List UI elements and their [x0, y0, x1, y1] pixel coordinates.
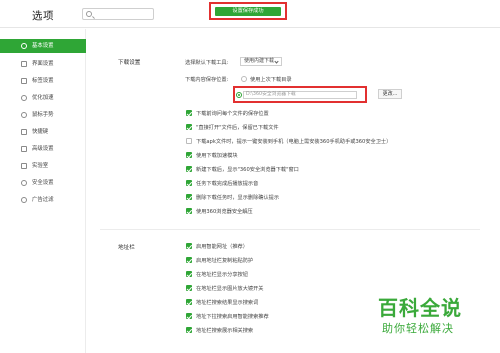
sidebar-item-label: 安全设置: [32, 180, 54, 186]
sidebar-item-mouse[interactable]: 鼠标手势: [0, 108, 86, 122]
addressbar-option-label: 启用地址栏复制粘贴防护: [196, 258, 254, 264]
window-icon: [21, 61, 27, 67]
chevron-down-icon: [274, 59, 279, 64]
search-icon: [86, 11, 92, 17]
sidebar-item-label: 界面设置: [32, 61, 54, 67]
addressbar-option-checkbox[interactable]: [186, 299, 192, 305]
sidebar: 基本设置 界面设置 标签设置 优化加速 鼠标手势 快捷键 高级设置 实验室 安全…: [0, 29, 86, 353]
download-option-label: 下载前询问每个文件的保存位置: [196, 111, 269, 117]
sidebar-item-label: 标签设置: [32, 78, 54, 84]
sidebar-item-label: 优化加速: [32, 95, 54, 101]
addressbar-option-label: 地址栏搜索展示相关搜索: [196, 328, 254, 334]
download-option-checkbox[interactable]: [186, 110, 192, 116]
sidebar-item-label: 实验室: [32, 163, 49, 169]
header: 选项 设置保存成功: [0, 0, 500, 28]
sidebar-item-label: 基本设置: [32, 43, 54, 49]
sidebar-item-shortcuts[interactable]: 快捷键: [0, 125, 86, 139]
sidebar-item-lab[interactable]: 实验室: [0, 159, 86, 173]
shield-icon: [21, 180, 27, 186]
download-tool-select[interactable]: 使用内建下载: [240, 57, 282, 66]
sidebar-item-tabs[interactable]: 标签设置: [0, 74, 86, 88]
page-title: 选项: [32, 10, 54, 22]
lab-icon: [21, 163, 27, 169]
tab-icon: [21, 78, 27, 84]
sidebar-item-label: 广告过滤: [32, 197, 54, 203]
save-path-field[interactable]: D:\360安全浏览器下载: [243, 91, 357, 99]
sidebar-item-basic[interactable]: 基本设置: [0, 39, 86, 53]
sidebar-item-advanced[interactable]: 高级设置: [0, 142, 86, 156]
addressbar-option-checkbox[interactable]: [186, 271, 192, 277]
addressbar-option-label: 地址下拉搜索启用智能搜索推荐: [196, 314, 269, 320]
radio-last-dir-label: 使用上次下载目录: [250, 77, 292, 83]
addressbar-option-label: 启用智能网址（推荐）: [196, 244, 248, 250]
sidebar-item-adblock[interactable]: 广告过滤: [0, 193, 86, 207]
addressbar-option-checkbox[interactable]: [186, 243, 192, 249]
download-option-label: "直接打开"文件后，保留已下载文件: [196, 125, 279, 131]
section-divider: [100, 229, 480, 230]
download-option-label: 新建下载后，显示"360安全浏览器下载"窗口: [196, 167, 299, 173]
sidebar-item-label: 快捷键: [32, 129, 49, 135]
download-option-checkbox[interactable]: [186, 138, 192, 144]
addressbar-option-checkbox[interactable]: [186, 327, 192, 333]
keyboard-icon: [21, 129, 27, 135]
search-box[interactable]: [82, 8, 154, 20]
speed-icon: [21, 95, 27, 101]
download-option-checkbox[interactable]: [186, 180, 192, 186]
addressbar-section-label: 地址栏: [118, 245, 135, 251]
download-option-label: 任务下载完成后播放提示音: [196, 181, 259, 187]
change-path-button[interactable]: 更改...: [378, 89, 402, 99]
addressbar-option-checkbox[interactable]: [186, 313, 192, 319]
sidebar-item-speed[interactable]: 优化加速: [0, 91, 86, 105]
adblock-icon: [21, 197, 27, 203]
download-option-label: 删除下载任务时，显示删除确认提示: [196, 195, 280, 201]
download-option-label: 使用360浏览器安全解压: [196, 209, 253, 215]
download-option-label: 下载apk文件时，提示一键安装到手机（电脑上需安装360手机助手或360安全卫士…: [196, 139, 392, 145]
settings-icon: [21, 43, 27, 49]
addressbar-option-label: 在地址栏显示分享按钮: [196, 272, 248, 278]
addressbar-option-checkbox[interactable]: [186, 285, 192, 291]
download-option-label: 使用下载加速模块: [196, 153, 238, 159]
mouse-icon: [21, 112, 27, 118]
addressbar-option-label: 地址栏搜索结果显示搜索词: [196, 300, 259, 306]
sidebar-item-label: 鼠标手势: [32, 112, 54, 118]
download-option-checkbox[interactable]: [186, 166, 192, 172]
radio-last-dir[interactable]: [241, 76, 247, 82]
download-option-checkbox[interactable]: [186, 208, 192, 214]
save-location-label: 下载内容保存位置:: [185, 77, 229, 83]
save-status-badge: 设置保存成功: [215, 7, 281, 16]
download-section-label: 下载设置: [118, 60, 141, 66]
addressbar-option-label: 在地址栏显示图片放大镜开关: [196, 286, 264, 292]
download-tool-label: 选择默认下载工具:: [185, 60, 229, 66]
advanced-icon: [21, 146, 27, 152]
download-tool-value: 使用内建下载: [244, 58, 275, 64]
save-status-highlight: 设置保存成功: [209, 2, 287, 20]
addressbar-option-checkbox[interactable]: [186, 257, 192, 263]
download-option-checkbox[interactable]: [186, 152, 192, 158]
download-option-checkbox[interactable]: [186, 124, 192, 130]
sidebar-item-security[interactable]: 安全设置: [0, 176, 86, 190]
watermark-subtitle: 助你轻松解决: [382, 322, 454, 335]
radio-custom-path[interactable]: [236, 92, 242, 98]
search-input[interactable]: [95, 10, 151, 19]
watermark-title: 百科全说: [378, 296, 462, 320]
download-option-checkbox[interactable]: [186, 194, 192, 200]
sidebar-item-label: 高级设置: [32, 146, 54, 152]
sidebar-item-interface[interactable]: 界面设置: [0, 57, 86, 71]
save-path-highlight: D:\360安全浏览器下载: [233, 86, 367, 103]
